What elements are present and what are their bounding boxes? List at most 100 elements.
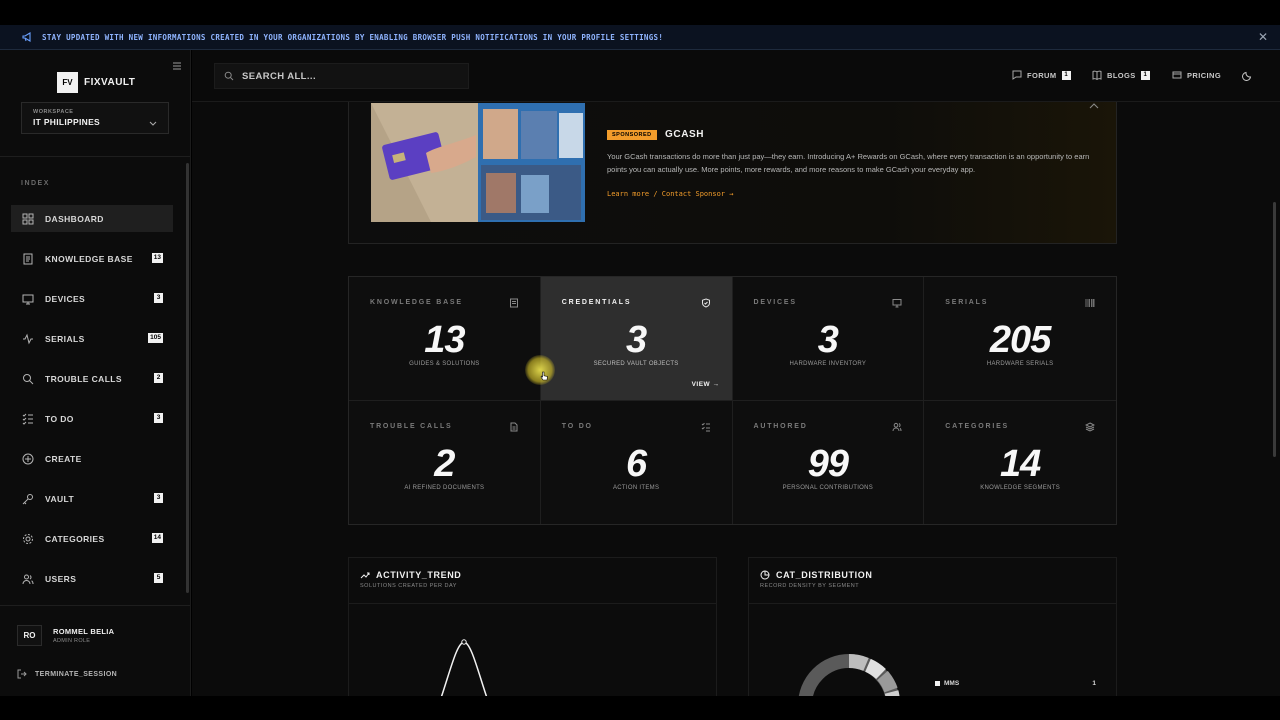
- plus-circle-icon: [22, 453, 34, 465]
- chat-icon: [1012, 70, 1022, 80]
- activity-icon: [22, 333, 34, 345]
- nav-link-forum[interactable]: FORUM 1: [1012, 70, 1071, 80]
- stat-subtitle: HARDWARE INVENTORY: [789, 361, 867, 367]
- sidebar-item-devices[interactable]: DEVICES 3: [11, 285, 173, 312]
- dashboard-icon: [22, 213, 34, 225]
- stat-value: 14: [999, 442, 1041, 485]
- gear-icon: [22, 533, 34, 545]
- sidebar-item-vault[interactable]: VAULT 3: [11, 485, 173, 512]
- nav-link-label: BLOGS: [1107, 70, 1136, 80]
- count-badge: 14: [151, 533, 163, 543]
- sidebar-item-users[interactable]: USERS 5: [11, 565, 173, 592]
- stat-card-knowledge-base[interactable]: KNOWLEDGE BASE 13 GUIDES & SOLUTIONS: [349, 277, 541, 401]
- sponsor-name: GCASH: [665, 129, 705, 140]
- sponsor-image[interactable]: [371, 103, 585, 222]
- sponsor-card: SPONSORED GCASH Your GCash transactions …: [348, 102, 1117, 244]
- stat-value: 205: [989, 319, 1051, 361]
- legend-item: MMS: [935, 680, 959, 687]
- sidebar-item-knowledge-base[interactable]: KNOWLEDGE BASE 13: [11, 245, 173, 272]
- hand-cursor-icon: [540, 368, 548, 381]
- sidebar-item-label: TO DO: [45, 413, 74, 424]
- monitor-icon: [22, 293, 34, 305]
- banner-text: STAY UPDATED WITH NEW INFORMATIONS CREAT…: [42, 32, 664, 42]
- chevron-up-icon[interactable]: [1088, 102, 1100, 109]
- stat-card-credentials[interactable]: CREDENTIALS 3 SECURED VAULT OBJECTS VIEW…: [540, 277, 733, 401]
- sidebar-item-categories[interactable]: CATEGORIES 14: [11, 525, 173, 552]
- workspace-selector[interactable]: WORKSPACE IT PHILIPPINES: [21, 102, 169, 134]
- stat-value: 3: [817, 319, 839, 361]
- sidebar-item-label: KNOWLEDGE BASE: [45, 253, 133, 264]
- avatar: RO: [17, 625, 42, 646]
- nav-link-label: PRICING: [1187, 70, 1222, 80]
- sidebar-scrollbar[interactable]: [186, 163, 189, 593]
- stat-label: TO DO: [561, 422, 593, 430]
- key-icon: [22, 493, 34, 505]
- sidebar-item-create[interactable]: CREATE: [11, 445, 173, 472]
- legend-label: MMS: [944, 680, 960, 687]
- stat-value: 3: [626, 319, 647, 361]
- legend-value: 1: [1092, 680, 1096, 687]
- view-button[interactable]: VIEW →: [692, 381, 720, 388]
- sponsor-description: Your GCash transactions do more than jus…: [607, 152, 1090, 174]
- panel-title: ACTIVITY_TREND: [376, 570, 462, 580]
- workspace-label: WORKSPACE: [33, 109, 74, 115]
- distribution-donut: [798, 653, 900, 696]
- stat-value: 2: [434, 442, 455, 485]
- trend-icon: [360, 570, 370, 580]
- stat-subtitle: ACTION ITEMS: [612, 484, 660, 491]
- stat-card-serials[interactable]: SERIALS 205 HARDWARE SERIALS: [924, 277, 1116, 401]
- stat-label: TROUBLE CALLS: [370, 422, 453, 430]
- stat-card-authored[interactable]: AUTHORED 99 PERSONAL CONTRIBUTIONS: [732, 400, 925, 524]
- count-badge: 3: [154, 493, 163, 503]
- stat-label: AUTHORED: [753, 422, 808, 430]
- stat-value: 6: [626, 442, 647, 485]
- menu-icon[interactable]: [172, 58, 182, 70]
- pie-icon: [760, 570, 770, 580]
- moon-icon[interactable]: [1242, 70, 1253, 81]
- stat-label: KNOWLEDGE BASE: [370, 299, 463, 306]
- panel-header: CAT_DISTRIBUTION RECORD DENSITY BY SEGME…: [749, 558, 1116, 604]
- sidebar-item-dashboard[interactable]: DASHBOARD: [11, 205, 173, 232]
- sponsor-link[interactable]: Learn more / Contact Sponsor →: [607, 190, 733, 198]
- stat-subtitle: AI REFINED DOCUMENTS: [404, 484, 485, 491]
- search-icon: [224, 71, 234, 81]
- stat-card-devices[interactable]: DEVICES 3 HARDWARE INVENTORY: [732, 277, 925, 401]
- stat-label: SERIALS: [945, 299, 989, 306]
- nav-link-label: FORUM: [1027, 70, 1057, 80]
- sidebar-item-trouble-calls[interactable]: TROUBLE CALLS 2: [11, 365, 173, 392]
- users-icon: [22, 573, 34, 585]
- count-badge: 3: [154, 293, 163, 303]
- legend-swatch: [935, 681, 940, 686]
- sidebar: FV FIXVAULT WORKSPACE IT PHILIPPINES IND…: [0, 50, 191, 696]
- notification-banner: STAY UPDATED WITH NEW INFORMATIONS CREAT…: [0, 25, 1280, 50]
- category-distribution-panel: CAT_DISTRIBUTION RECORD DENSITY BY SEGME…: [748, 557, 1117, 696]
- stat-label: DEVICES: [753, 299, 797, 306]
- count-badge: 5: [154, 573, 163, 583]
- brand[interactable]: FV FIXVAULT: [57, 72, 135, 93]
- nav-link-pricing[interactable]: PRICING: [1172, 70, 1221, 80]
- book-icon: [509, 298, 519, 308]
- stat-value: 99: [807, 442, 849, 485]
- sidebar-item-label: CATEGORIES: [45, 533, 105, 544]
- panel-title: CAT_DISTRIBUTION: [776, 570, 873, 580]
- panel-header: ACTIVITY_TREND SOLUTIONS CREATED PER DAY: [349, 558, 716, 604]
- search-bar[interactable]: [214, 63, 469, 89]
- card-icon: [1172, 70, 1182, 80]
- stat-card-categories[interactable]: CATEGORIES 14 KNOWLEDGE SEGMENTS: [924, 400, 1116, 524]
- logout-button[interactable]: TERMINATE_SESSION: [17, 669, 117, 679]
- layers-icon: [1085, 421, 1095, 432]
- close-icon[interactable]: ✕: [1256, 30, 1270, 44]
- count-badge: 1: [1140, 70, 1150, 80]
- search-input[interactable]: [242, 70, 462, 82]
- nav-link-blogs[interactable]: BLOGS 1: [1092, 70, 1150, 80]
- main-scrollbar[interactable]: [1273, 202, 1276, 457]
- sidebar-item-serials[interactable]: SERIALS 105: [11, 325, 173, 352]
- user-profile[interactable]: RO ROMMEL BELIA ADMIN ROLE: [17, 625, 114, 646]
- stat-card-trouble-calls[interactable]: TROUBLE CALLS 2 AI REFINED DOCUMENTS: [349, 400, 541, 524]
- users-icon: [892, 422, 902, 432]
- section-label: INDEX: [21, 180, 50, 187]
- stat-subtitle: SECURED VAULT OBJECTS: [593, 361, 679, 367]
- sidebar-item-to-do[interactable]: TO DO 3: [11, 405, 173, 432]
- logout-label: TERMINATE_SESSION: [35, 670, 118, 678]
- stat-card-to-do[interactable]: TO DO 6 ACTION ITEMS: [540, 400, 733, 524]
